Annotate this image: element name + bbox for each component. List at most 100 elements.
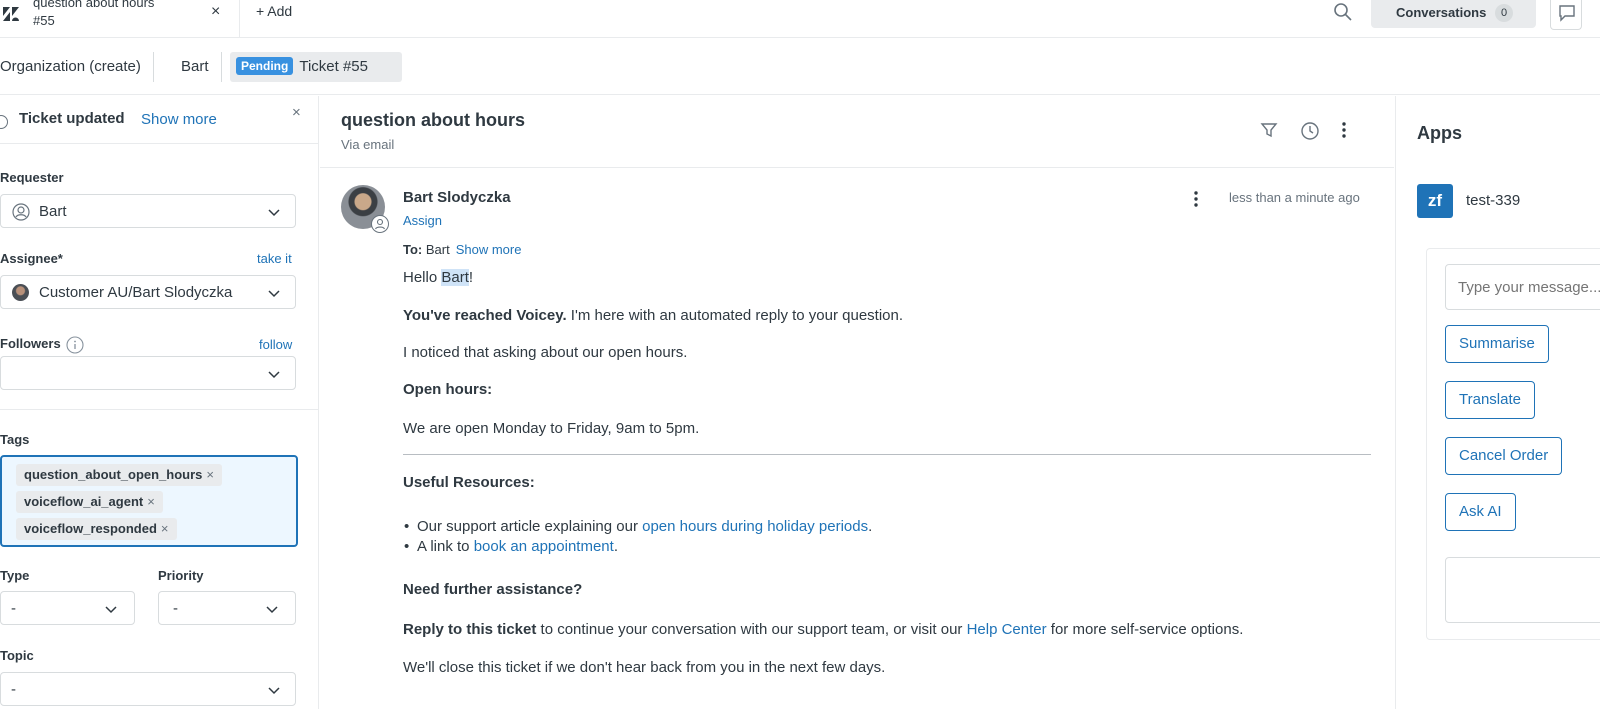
summarise-button[interactable]: Summarise — [1445, 325, 1549, 363]
chevron-down-icon — [267, 683, 281, 699]
cancel-order-button[interactable]: Cancel Order — [1445, 437, 1563, 475]
tag-label: question_about_open_hours — [24, 467, 203, 482]
closing-note: We'll close this ticket if we don't hear… — [403, 659, 886, 676]
followers-field[interactable] — [0, 356, 296, 390]
assignee-value: Customer AU/Bart Slodyczka — [39, 284, 233, 301]
info-icon — [0, 115, 8, 129]
zendesk-logo-icon — [3, 7, 19, 24]
message-input[interactable] — [1445, 264, 1600, 310]
history-icon[interactable] — [1300, 121, 1320, 144]
ticket-tab[interactable]: question about hours #55 × — [0, 0, 240, 38]
highlighted-name: Bart — [441, 269, 469, 286]
topic-label: Topic — [0, 648, 34, 663]
ticket-channel: Via email — [341, 137, 395, 152]
reply-text: to continue your conversation with our s… — [536, 621, 967, 638]
priority-label: Priority — [158, 568, 204, 583]
close-icon[interactable]: × — [211, 3, 220, 21]
add-tab-button[interactable]: + Add — [256, 3, 292, 19]
avatar — [12, 284, 29, 301]
ask-ai-button[interactable]: Ask AI — [1445, 493, 1516, 531]
tag-chip[interactable]: voiceflow_responded × — [16, 518, 177, 540]
tag-remove-icon[interactable]: × — [206, 467, 214, 482]
conversations-label: Conversations — [1396, 5, 1487, 20]
requester-label: Requester — [0, 170, 64, 185]
greeting-end: ! — [468, 269, 474, 286]
assignee-field[interactable]: Customer AU/Bart Slodyczka — [0, 275, 296, 309]
chevron-down-icon — [267, 367, 281, 383]
breadcrumb-user[interactable]: Bart — [169, 52, 222, 82]
priority-value: - — [173, 600, 178, 617]
conversations-button[interactable]: Conversations 0 — [1371, 0, 1536, 28]
kebab-icon[interactable] — [1341, 121, 1347, 142]
bullet-end: . — [868, 518, 873, 535]
help-center-link[interactable]: Help Center — [967, 621, 1047, 638]
breadcrumb-organization[interactable]: Organization (create) — [0, 52, 154, 82]
divider — [0, 409, 318, 410]
chevron-down-icon — [265, 602, 279, 618]
holiday-hours-link[interactable]: open hours during holiday periods — [642, 518, 868, 535]
search-icon[interactable] — [1333, 2, 1353, 25]
ticket-subject: question about hours — [341, 110, 525, 130]
intro-text: I'm here with an automated reply to your… — [566, 307, 904, 324]
close-icon[interactable]: × — [292, 104, 301, 121]
person-icon — [12, 203, 30, 224]
assistance-heading: Need further assistance? — [403, 581, 583, 598]
reply-end: for more self-service options. — [1046, 621, 1244, 638]
translate-button[interactable]: Translate — [1445, 381, 1535, 419]
take-it-link[interactable]: take it — [257, 251, 292, 266]
type-value: - — [11, 600, 16, 617]
ticket-label: Ticket #55 — [299, 58, 368, 75]
bullet-text: A link to — [417, 538, 474, 555]
tags-field[interactable]: question_about_open_hours × voiceflow_ai_… — [0, 455, 298, 547]
show-more-link[interactable]: Show more — [141, 111, 217, 128]
list-item: A link to book an appointment. — [404, 538, 618, 555]
chat-icon[interactable] — [1550, 0, 1582, 30]
greeting-text: Hello — [403, 269, 442, 286]
tag-chip[interactable]: voiceflow_ai_agent × — [16, 491, 163, 513]
open-hours-heading: Open hours: — [403, 381, 493, 398]
conversation-pane: question about hours Via email Bart Slod… — [320, 96, 1394, 709]
tab-ticket-number: #55 — [33, 13, 55, 28]
reply-bold: Reply to this ticket — [403, 621, 537, 638]
ticket-header: question about hours Via email — [320, 96, 1394, 168]
conversations-count-badge: 0 — [1495, 4, 1513, 22]
priority-field[interactable]: - — [158, 591, 296, 625]
list-item: Our support article explaining our open … — [404, 518, 873, 535]
ticket-updated-notice: Ticket updated Show more × — [0, 96, 318, 144]
to-value: Bart — [425, 242, 450, 257]
breadcrumb: Organization (create) Bart Pending Ticket… — [0, 38, 1600, 95]
to-label: To: — [403, 242, 423, 257]
tag-remove-icon[interactable]: × — [147, 494, 155, 509]
book-appointment-link[interactable]: book an appointment — [474, 538, 614, 555]
follow-link[interactable]: follow — [259, 337, 292, 352]
divider — [403, 454, 1371, 455]
status-badge: Pending — [236, 57, 294, 75]
app-logo: zf — [1417, 184, 1453, 218]
type-field[interactable]: - — [0, 591, 135, 625]
topic-value: - — [11, 681, 16, 698]
kebab-icon[interactable] — [1193, 190, 1199, 211]
info-icon — [66, 336, 84, 357]
chevron-down-icon — [267, 286, 281, 302]
topic-field[interactable]: - — [0, 672, 296, 706]
requester-field[interactable]: Bart — [0, 194, 296, 228]
filter-icon[interactable] — [1260, 121, 1278, 142]
intro-bold: You've reached Voicey. — [403, 307, 567, 324]
bullet-end: . — [613, 538, 618, 555]
bullet-text: Our support article explaining our — [417, 518, 643, 535]
tag-label: voiceflow_ai_agent — [24, 494, 144, 509]
tag-remove-icon[interactable]: × — [161, 521, 169, 536]
assign-link[interactable]: Assign — [403, 213, 442, 228]
intro-paragraph: You've reached Voicey. I'm here with an … — [403, 307, 903, 324]
open-hours-text: We are open Monday to Friday, 9am to 5pm… — [403, 420, 700, 437]
tag-chip[interactable]: question_about_open_hours × — [16, 464, 222, 486]
show-more-link[interactable]: Show more — [456, 242, 522, 257]
reply-paragraph: Reply to this ticket to continue your co… — [403, 621, 1243, 638]
ticket-properties-panel: Ticket updated Show more × Requester Bar… — [0, 96, 319, 709]
recipients: To: Bart Show more — [403, 242, 521, 257]
assignee-label: Assignee* — [0, 251, 63, 266]
apps-title: Apps — [1417, 123, 1462, 143]
followers-label: Followers — [0, 336, 61, 351]
breadcrumb-ticket[interactable]: Pending Ticket #55 — [230, 52, 402, 82]
app-name[interactable]: test-339 — [1466, 192, 1520, 209]
